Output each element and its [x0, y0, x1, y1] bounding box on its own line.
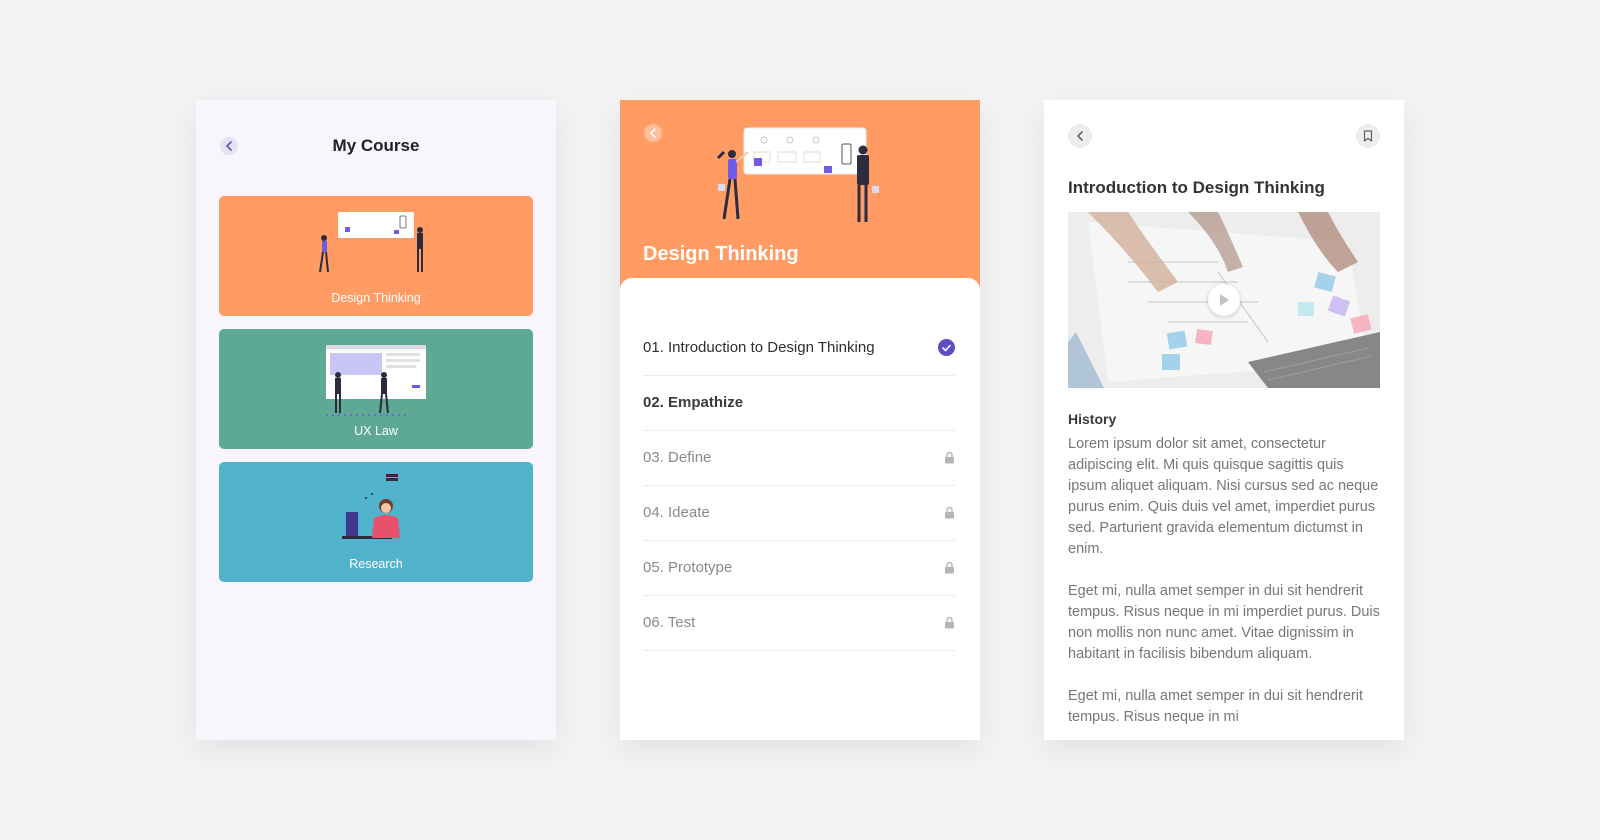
bookmark-button[interactable]	[1356, 124, 1380, 148]
video-player[interactable]	[1068, 212, 1380, 388]
course-card-label: Design Thinking	[331, 291, 421, 305]
lesson-label: 03. Define	[643, 449, 712, 466]
lesson-label: 06. Test	[643, 614, 696, 631]
section-title: History	[1068, 411, 1117, 427]
lesson-list: 01. Introduction to Design Thinking 02. …	[620, 278, 980, 740]
design-thinking-illustration	[319, 212, 423, 273]
course-detail-screen: Design Thinking 01. Introduction to Desi…	[620, 100, 980, 740]
design-thinking-illustration	[716, 127, 879, 222]
lesson-item-3[interactable]: 03. Define	[643, 430, 955, 486]
check-circle-icon	[938, 339, 955, 356]
paragraph: Lorem ipsum dolor sit amet, consectetur …	[1068, 436, 1379, 557]
lesson-detail-screen: Introduction to Design Thinking History …	[1044, 100, 1404, 740]
chevron-left-icon	[649, 128, 656, 138]
lesson-item-6[interactable]: 06. Test	[643, 595, 955, 651]
lesson-label: 04. Ideate	[643, 504, 710, 521]
course-card-label: UX Law	[354, 424, 398, 438]
course-title: Design Thinking	[643, 243, 799, 265]
course-card-label: Research	[349, 557, 403, 571]
lock-icon	[945, 506, 954, 519]
lesson-title: Introduction to Design Thinking	[1068, 178, 1325, 197]
lesson-body: Lorem ipsum dolor sit amet, consectetur …	[1068, 434, 1380, 740]
lock-icon	[945, 451, 954, 464]
course-header: Design Thinking	[620, 100, 980, 300]
research-illustration	[342, 474, 400, 539]
lesson-item-4[interactable]: 04. Ideate	[643, 485, 955, 541]
course-card-ux-law[interactable]: UX Law	[219, 329, 533, 449]
lock-icon	[945, 561, 954, 574]
ux-law-illustration	[326, 345, 426, 416]
lesson-label: 05. Prototype	[643, 559, 733, 576]
paragraph: Eget mi, nulla amet semper in dui sit he…	[1068, 583, 1380, 662]
bookmark-icon	[1363, 130, 1373, 142]
page-title: My Course	[332, 136, 420, 155]
lesson-item-2[interactable]: 02. Empathize	[643, 375, 955, 431]
paragraph: Eget mi, nulla amet semper in dui sit he…	[1068, 688, 1363, 725]
lesson-item-1[interactable]: 01. Introduction to Design Thinking	[643, 320, 955, 376]
play-button[interactable]	[1208, 284, 1240, 316]
course-card-design-thinking[interactable]: Design Thinking	[219, 196, 533, 316]
lesson-label: 01. Introduction to Design Thinking	[643, 339, 875, 356]
play-icon	[1220, 294, 1229, 306]
course-card-research[interactable]: Research	[219, 462, 533, 582]
lesson-item-5[interactable]: 05. Prototype	[643, 540, 955, 596]
chevron-left-icon	[1076, 131, 1083, 141]
back-button[interactable]	[1068, 124, 1092, 148]
lock-icon	[945, 616, 954, 629]
my-course-screen: My Course Design Thinking UX Law Researc…	[196, 100, 556, 740]
lesson-label: 02. Empathize	[643, 394, 744, 411]
back-button[interactable]	[644, 124, 662, 142]
